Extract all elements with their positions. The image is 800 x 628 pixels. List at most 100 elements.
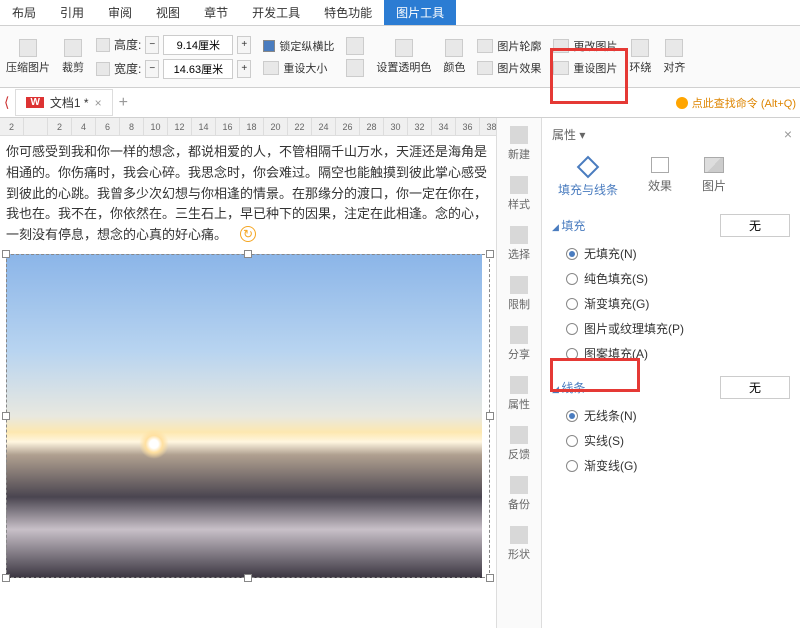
reset-size[interactable]: 重设大小 bbox=[263, 60, 334, 76]
quick-search[interactable]: 点此查找命令 (Alt+Q) bbox=[676, 95, 796, 111]
crop-label: 裁剪 bbox=[62, 59, 84, 75]
pic-effect[interactable]: 图片效果 bbox=[477, 60, 541, 76]
fill-none-button[interactable]: 无 bbox=[720, 214, 790, 237]
width-icon bbox=[96, 62, 110, 76]
width-dec[interactable]: − bbox=[145, 60, 159, 78]
menu-tab-5[interactable]: 开发工具 bbox=[240, 0, 312, 25]
line-section-title[interactable]: 线条 bbox=[552, 379, 585, 396]
line-none-button[interactable]: 无 bbox=[720, 376, 790, 399]
select-icon bbox=[510, 226, 528, 244]
radio-option[interactable]: 实线(S) bbox=[566, 432, 790, 449]
lock-ratio[interactable]: 锁定纵横比 bbox=[263, 38, 334, 54]
menu-tab-7[interactable]: 图片工具 bbox=[384, 0, 456, 25]
property-tabs: 填充与线条效果图片 bbox=[552, 153, 790, 202]
change-pic[interactable]: 更改图片 bbox=[553, 38, 617, 54]
shape-icon bbox=[510, 526, 528, 544]
radio-option[interactable]: 渐变填充(G) bbox=[566, 295, 790, 312]
wrap-icon bbox=[631, 39, 649, 57]
sidebar-item-backup-icon[interactable]: 备份 bbox=[508, 476, 530, 512]
fill-line-tab[interactable]: 填充与线条 bbox=[552, 153, 624, 202]
height-label: 高度: bbox=[114, 36, 141, 53]
picture-tab[interactable]: 图片 bbox=[696, 153, 732, 202]
radio-option[interactable]: 无线条(N) bbox=[566, 407, 790, 424]
doc-name: 文档1 * bbox=[50, 94, 89, 111]
sidebar-item-property-icon[interactable]: 属性 bbox=[508, 376, 530, 412]
dimension-group: 高度: − + 宽度: − + bbox=[96, 35, 251, 79]
document-tab[interactable]: W 文档1 * × bbox=[15, 89, 112, 116]
align-group[interactable]: 对齐 bbox=[663, 39, 685, 75]
menu-tab-3[interactable]: 视图 bbox=[144, 0, 192, 25]
transparency-icon bbox=[395, 39, 413, 57]
resize-handle[interactable] bbox=[2, 250, 10, 258]
sidebar-item-new-icon[interactable]: 新建 bbox=[508, 126, 530, 162]
resize-handle[interactable] bbox=[244, 250, 252, 258]
height-inc[interactable]: + bbox=[237, 36, 251, 54]
radio-option[interactable]: 图片或纹理填充(P) bbox=[566, 320, 790, 337]
resize-handle[interactable] bbox=[486, 250, 494, 258]
pic-outline[interactable]: 图片轮廓 bbox=[477, 38, 541, 54]
width-input[interactable] bbox=[163, 59, 233, 79]
effect-icon bbox=[477, 61, 493, 75]
radio-option[interactable]: 纯色填充(S) bbox=[566, 270, 790, 287]
reset-pic[interactable]: 重设图片 bbox=[553, 60, 617, 76]
radio-option[interactable]: 无填充(N) bbox=[566, 245, 790, 262]
fill-line-tab-icon bbox=[577, 156, 600, 179]
sidebar-item-select-icon[interactable]: 选择 bbox=[508, 226, 530, 262]
resize-handle[interactable] bbox=[2, 574, 10, 582]
property-icon bbox=[510, 376, 528, 394]
radio-option[interactable]: 渐变线(G) bbox=[566, 457, 790, 474]
ruler[interactable]: 2246810121416182022242628303234363840424… bbox=[0, 118, 496, 136]
height-icon bbox=[96, 38, 110, 52]
sidebar-item-feedback-icon[interactable]: 反馈 bbox=[508, 426, 530, 462]
radio-icon bbox=[566, 410, 578, 422]
wrap-group[interactable]: 环绕 bbox=[629, 39, 651, 75]
selection-border bbox=[6, 254, 490, 578]
panel-title[interactable]: 属性 ▾ bbox=[552, 126, 790, 143]
effect-tab[interactable]: 效果 bbox=[642, 153, 678, 202]
menu-tab-0[interactable]: 布局 bbox=[0, 0, 48, 25]
document-content[interactable]: 你可感受到我和你一样的想念，都说相爱的人，不管相隔千山万水，天涯还是海角是相通的… bbox=[0, 136, 496, 578]
transparency-group[interactable]: 设置透明色 bbox=[376, 39, 431, 75]
share-icon bbox=[510, 326, 528, 344]
fill-section-title[interactable]: 填充 bbox=[552, 217, 585, 234]
sidebar-item-share-icon[interactable]: 分享 bbox=[508, 326, 530, 362]
radio-option[interactable]: 图案填充(A) bbox=[566, 345, 790, 362]
radio-icon bbox=[566, 348, 578, 360]
crop-group[interactable]: 裁剪 bbox=[62, 39, 84, 75]
sidebar-item-restrict-icon[interactable]: 限制 bbox=[508, 276, 530, 312]
brightness-icon[interactable] bbox=[346, 59, 364, 77]
height-input[interactable] bbox=[163, 35, 233, 55]
panel-close-icon[interactable]: × bbox=[784, 126, 792, 142]
resize-handle[interactable] bbox=[2, 412, 10, 420]
compress-label: 压缩图片 bbox=[6, 59, 50, 75]
effect-tab-icon bbox=[651, 157, 669, 173]
sidebar-item-shape-icon[interactable]: 形状 bbox=[508, 526, 530, 562]
menu-tab-6[interactable]: 特色功能 bbox=[312, 0, 384, 25]
menu-tab-4[interactable]: 章节 bbox=[192, 0, 240, 25]
image-selection[interactable] bbox=[6, 254, 490, 578]
reset-pic-icon bbox=[553, 61, 569, 75]
menu-tab-2[interactable]: 审阅 bbox=[96, 0, 144, 25]
sidebar-item-style-icon[interactable]: 样式 bbox=[508, 176, 530, 212]
height-dec[interactable]: − bbox=[145, 36, 159, 54]
fill-options: 无填充(N) 纯色填充(S) 渐变填充(G) 图片或纹理填充(P) 图案填充(A) bbox=[552, 245, 790, 362]
menu-tab-1[interactable]: 引用 bbox=[48, 0, 96, 25]
add-tab-icon[interactable]: + bbox=[119, 94, 128, 112]
picture-tab-icon bbox=[704, 157, 724, 173]
vertical-sidebar: 新建样式选择限制分享属性反馈备份形状 bbox=[496, 118, 542, 628]
color-group[interactable]: 颜色 bbox=[443, 39, 465, 75]
style-icon bbox=[510, 176, 528, 194]
compress-icon bbox=[19, 39, 37, 57]
radio-icon bbox=[566, 248, 578, 260]
document-bar: ⟨ W 文档1 * × + 点此查找命令 (Alt+Q) bbox=[0, 88, 800, 118]
resize-handle[interactable] bbox=[486, 574, 494, 582]
home-icon[interactable]: ⟨ bbox=[4, 94, 9, 111]
resize-handle[interactable] bbox=[486, 412, 494, 420]
close-icon[interactable]: × bbox=[95, 96, 102, 110]
resize-handle[interactable] bbox=[244, 574, 252, 582]
property-panel: 属性 ▾ × 填充与线条效果图片 填充 无 无填充(N) 纯色填充(S) 渐变填充(… bbox=[542, 118, 800, 628]
rotate-handle[interactable] bbox=[240, 226, 256, 242]
width-inc[interactable]: + bbox=[237, 60, 251, 78]
compress-group[interactable]: 压缩图片 bbox=[6, 39, 50, 75]
contrast-icon[interactable] bbox=[346, 37, 364, 55]
